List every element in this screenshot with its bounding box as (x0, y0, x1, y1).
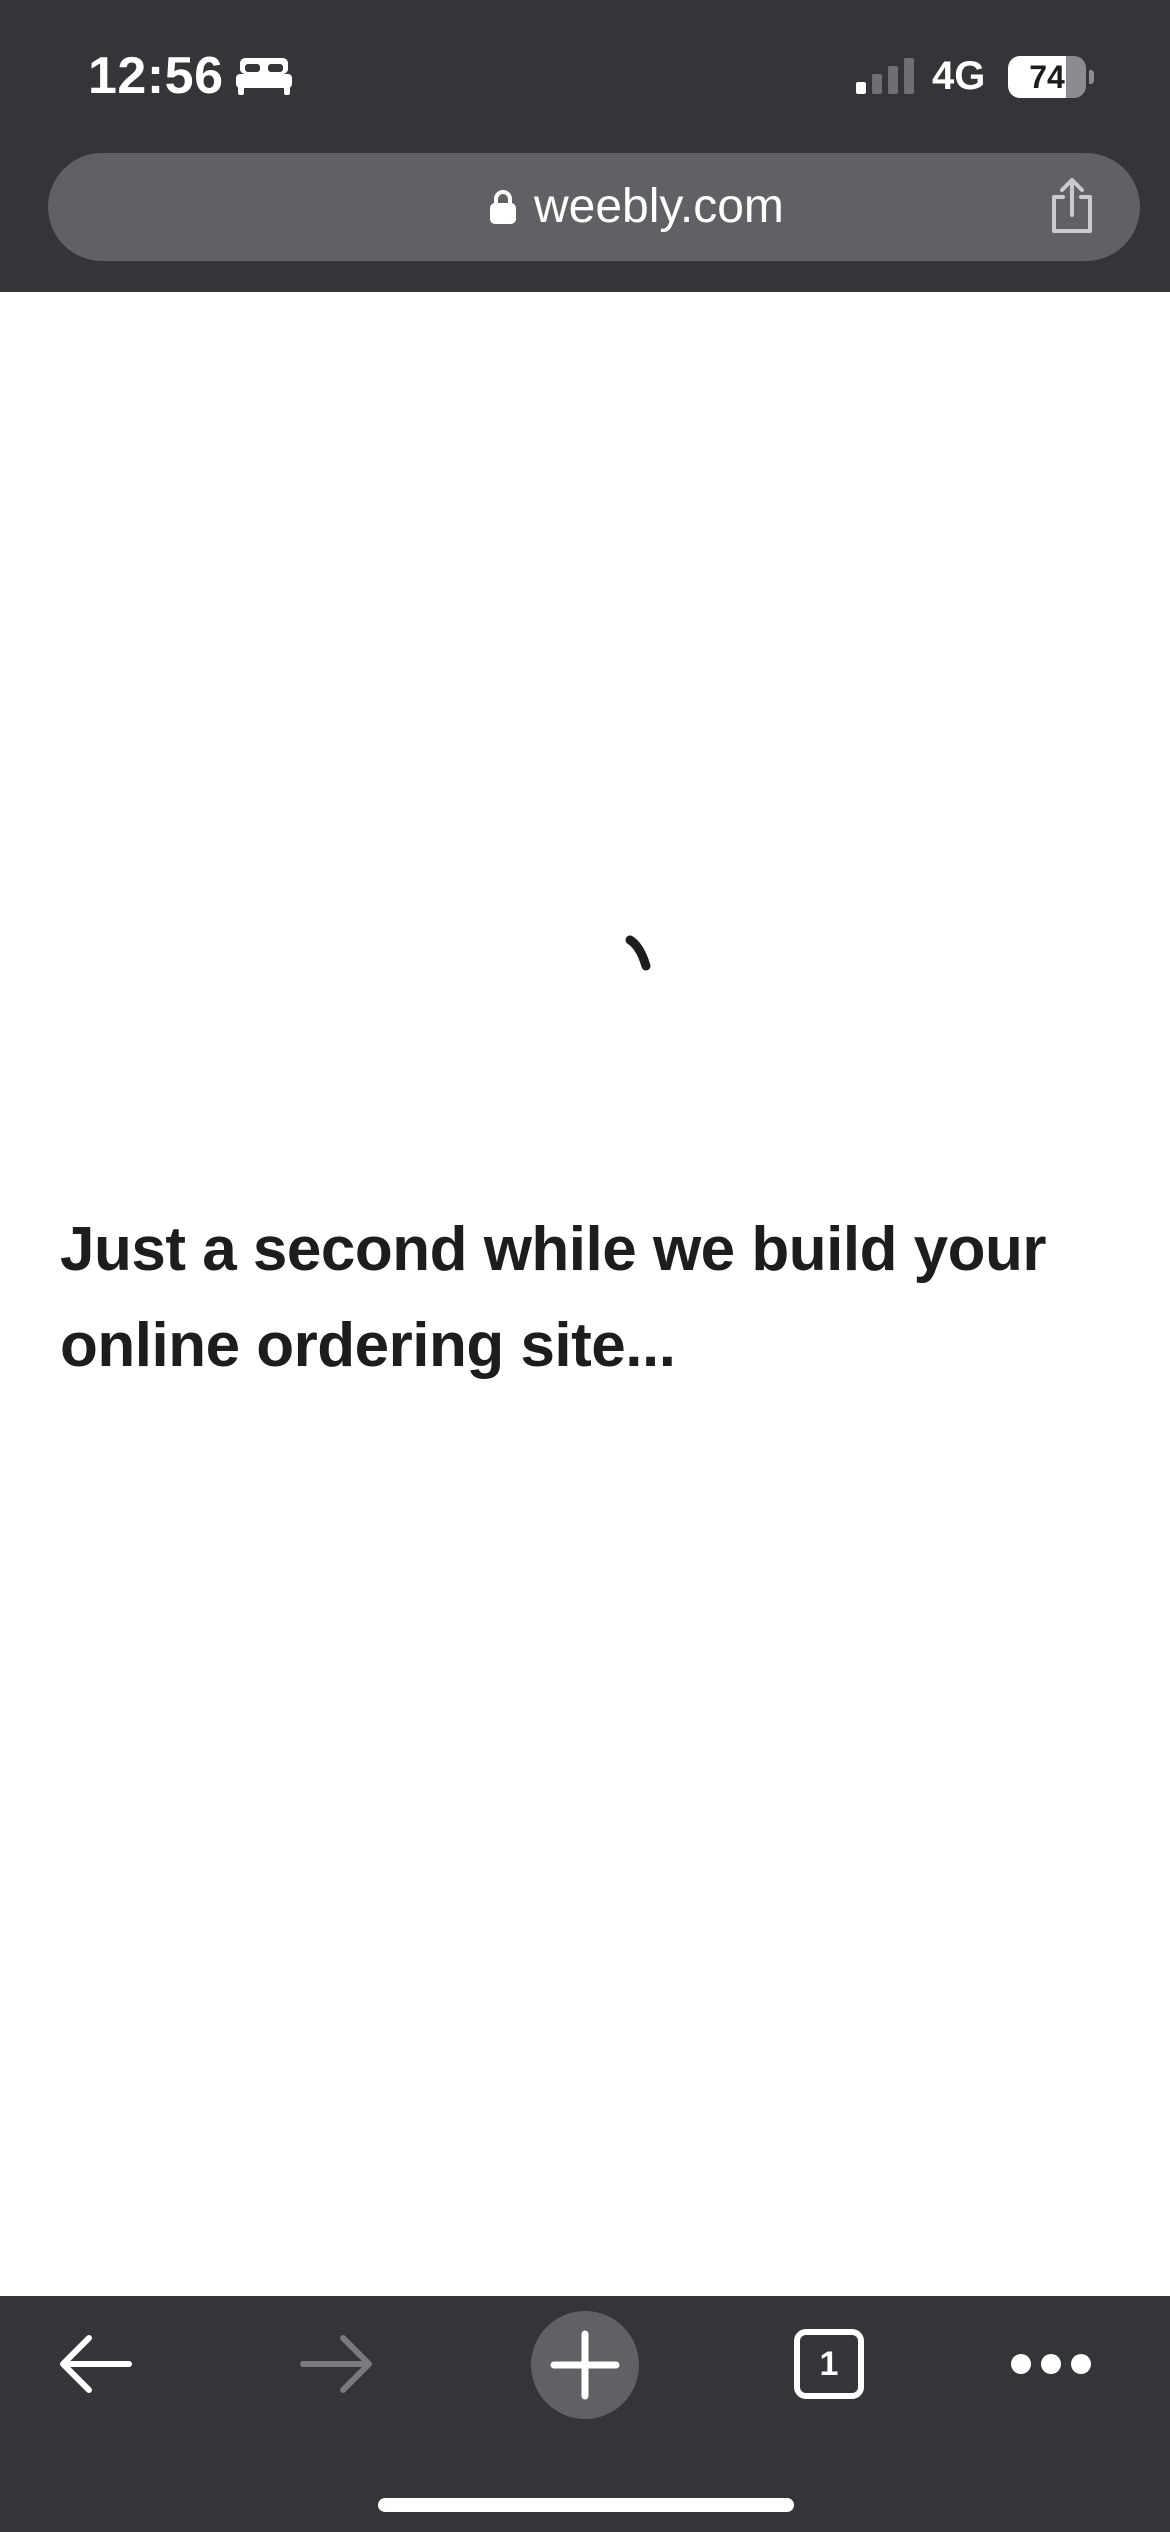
lock-icon (490, 190, 516, 224)
more-icon (1011, 2354, 1091, 2374)
tabs-button[interactable]: 1 (774, 2296, 884, 2432)
more-menu-button[interactable] (996, 2296, 1106, 2432)
browser-bottom-toolbar: 1 (0, 2296, 1170, 2532)
loading-message: Just a second while we build your online… (60, 1215, 1047, 1380)
address-bar[interactable]: weebly.com (48, 153, 1140, 261)
plus-icon (550, 2330, 620, 2400)
forward-arrow-icon (300, 2335, 372, 2393)
home-indicator[interactable] (378, 2498, 794, 2512)
battery-level: 74 (1029, 58, 1065, 95)
back-button[interactable] (40, 2296, 150, 2432)
status-bar: 12:56 4G 74 (0, 0, 1170, 150)
browser-top-chrome: 12:56 4G 74 weebly.com (0, 0, 1170, 292)
battery-icon: 74 (1008, 56, 1094, 100)
back-arrow-icon (60, 2335, 132, 2393)
bed-icon (236, 58, 292, 95)
status-time: 12:56 (88, 47, 224, 105)
tab-count: 1 (819, 2344, 839, 2383)
url-text[interactable]: weebly.com (534, 179, 784, 234)
loading-spinner-icon (625, 935, 651, 971)
tabs-icon: 1 (794, 2329, 864, 2399)
share-icon[interactable] (1044, 177, 1100, 237)
forward-button[interactable] (282, 2296, 392, 2432)
new-tab-button[interactable] (530, 2310, 640, 2420)
network-type: 4G (932, 54, 986, 98)
signal-icon (856, 58, 914, 94)
web-page-content: Just a second while we build your online… (0, 292, 1170, 2296)
